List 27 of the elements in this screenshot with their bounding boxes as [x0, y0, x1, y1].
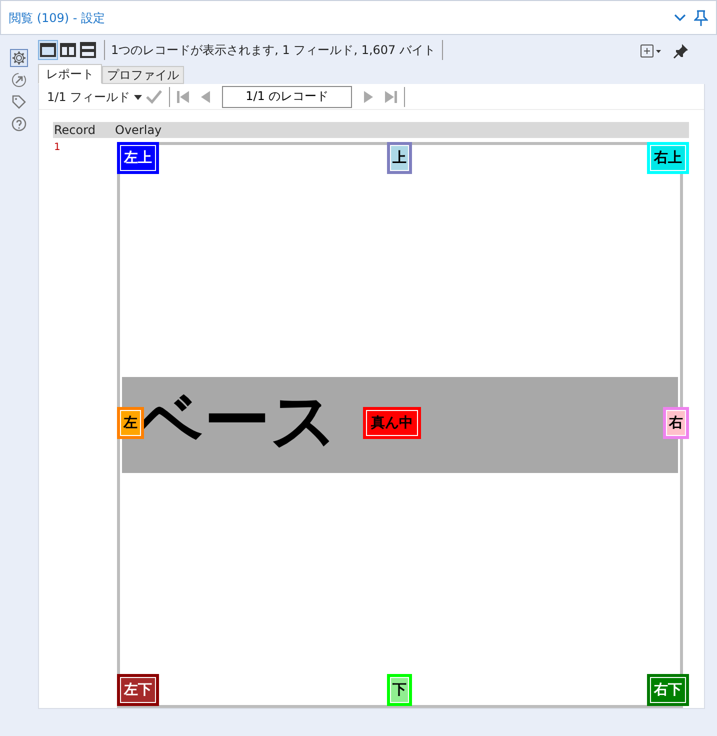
split-vertical-icon[interactable] [58, 40, 78, 60]
tab[interactable]: レポート [38, 64, 102, 84]
overlay-label: 左下 [117, 674, 159, 706]
column-header: Record [53, 122, 96, 138]
field-selector[interactable]: 1/1 フィールド [47, 88, 130, 106]
record-field[interactable]: 1/1 のレコード [222, 86, 352, 108]
help-icon[interactable] [10, 115, 28, 133]
overlay-label: 左 [117, 407, 144, 439]
pin-icon[interactable] [673, 41, 689, 59]
column-header: Overlay [115, 122, 162, 138]
check-icon[interactable] [146, 88, 162, 106]
overlay-label: 左上 [117, 142, 159, 174]
overlay-label: 右上 [647, 142, 689, 174]
overlay-label: 真ん中 [363, 407, 421, 439]
overlay-label: 下 [387, 674, 412, 706]
tag-icon[interactable] [10, 93, 28, 111]
pin-icon[interactable] [694, 8, 708, 26]
overlay-label: 右 [663, 407, 689, 439]
overlay-label: 上 [387, 142, 412, 174]
single-pane-icon[interactable] [38, 40, 58, 60]
split-horizontal-icon[interactable] [78, 40, 98, 60]
status-text: 1つのレコードが表示されます, 1 フィールド, 1,607 バイト [111, 42, 436, 59]
table-cell-text: 1 [54, 141, 62, 155]
gear-icon[interactable] [10, 49, 28, 67]
overlay-label: 右下 [647, 674, 689, 706]
window-title: 閲覧 (109) - 設定 [9, 10, 106, 26]
tab[interactable]: プロファイル [102, 66, 184, 84]
